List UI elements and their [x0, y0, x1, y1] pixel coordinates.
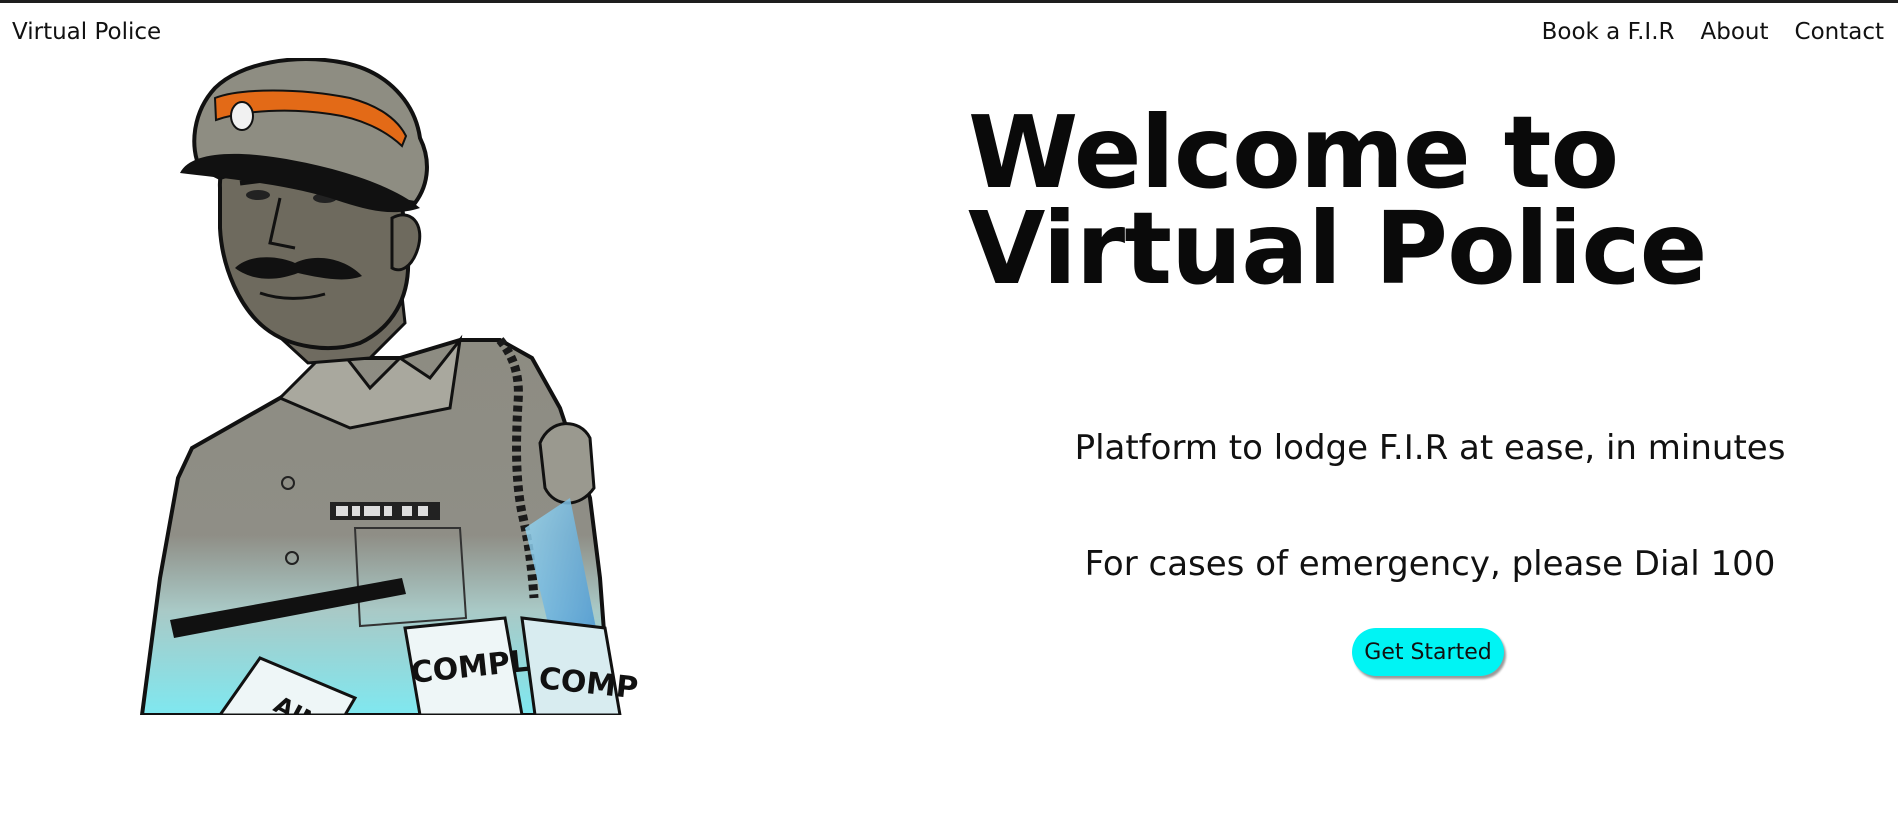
nav-links: Book a F.I.R About Contact	[1542, 19, 1884, 45]
get-started-button[interactable]: Get Started	[1352, 628, 1504, 676]
nav-about-link[interactable]: About	[1701, 19, 1769, 45]
subtitle-lodge-fir: Platform to lodge F.I.R at ease, in minu…	[1074, 428, 1786, 468]
brand-link[interactable]: Virtual Police	[12, 19, 161, 45]
nav-contact-link[interactable]: Contact	[1795, 19, 1884, 45]
nav-book-fir-link[interactable]: Book a F.I.R	[1542, 19, 1675, 45]
subtitle-emergency: For cases of emergency, please Dial 100	[1084, 544, 1776, 584]
page-title: Welcome to Virtual Police	[968, 94, 1707, 307]
police-officer-illustration: COMPLAINT COMP AINT	[130, 57, 690, 746]
navbar: Virtual Police Book a F.I.R About Contac…	[0, 3, 1898, 63]
